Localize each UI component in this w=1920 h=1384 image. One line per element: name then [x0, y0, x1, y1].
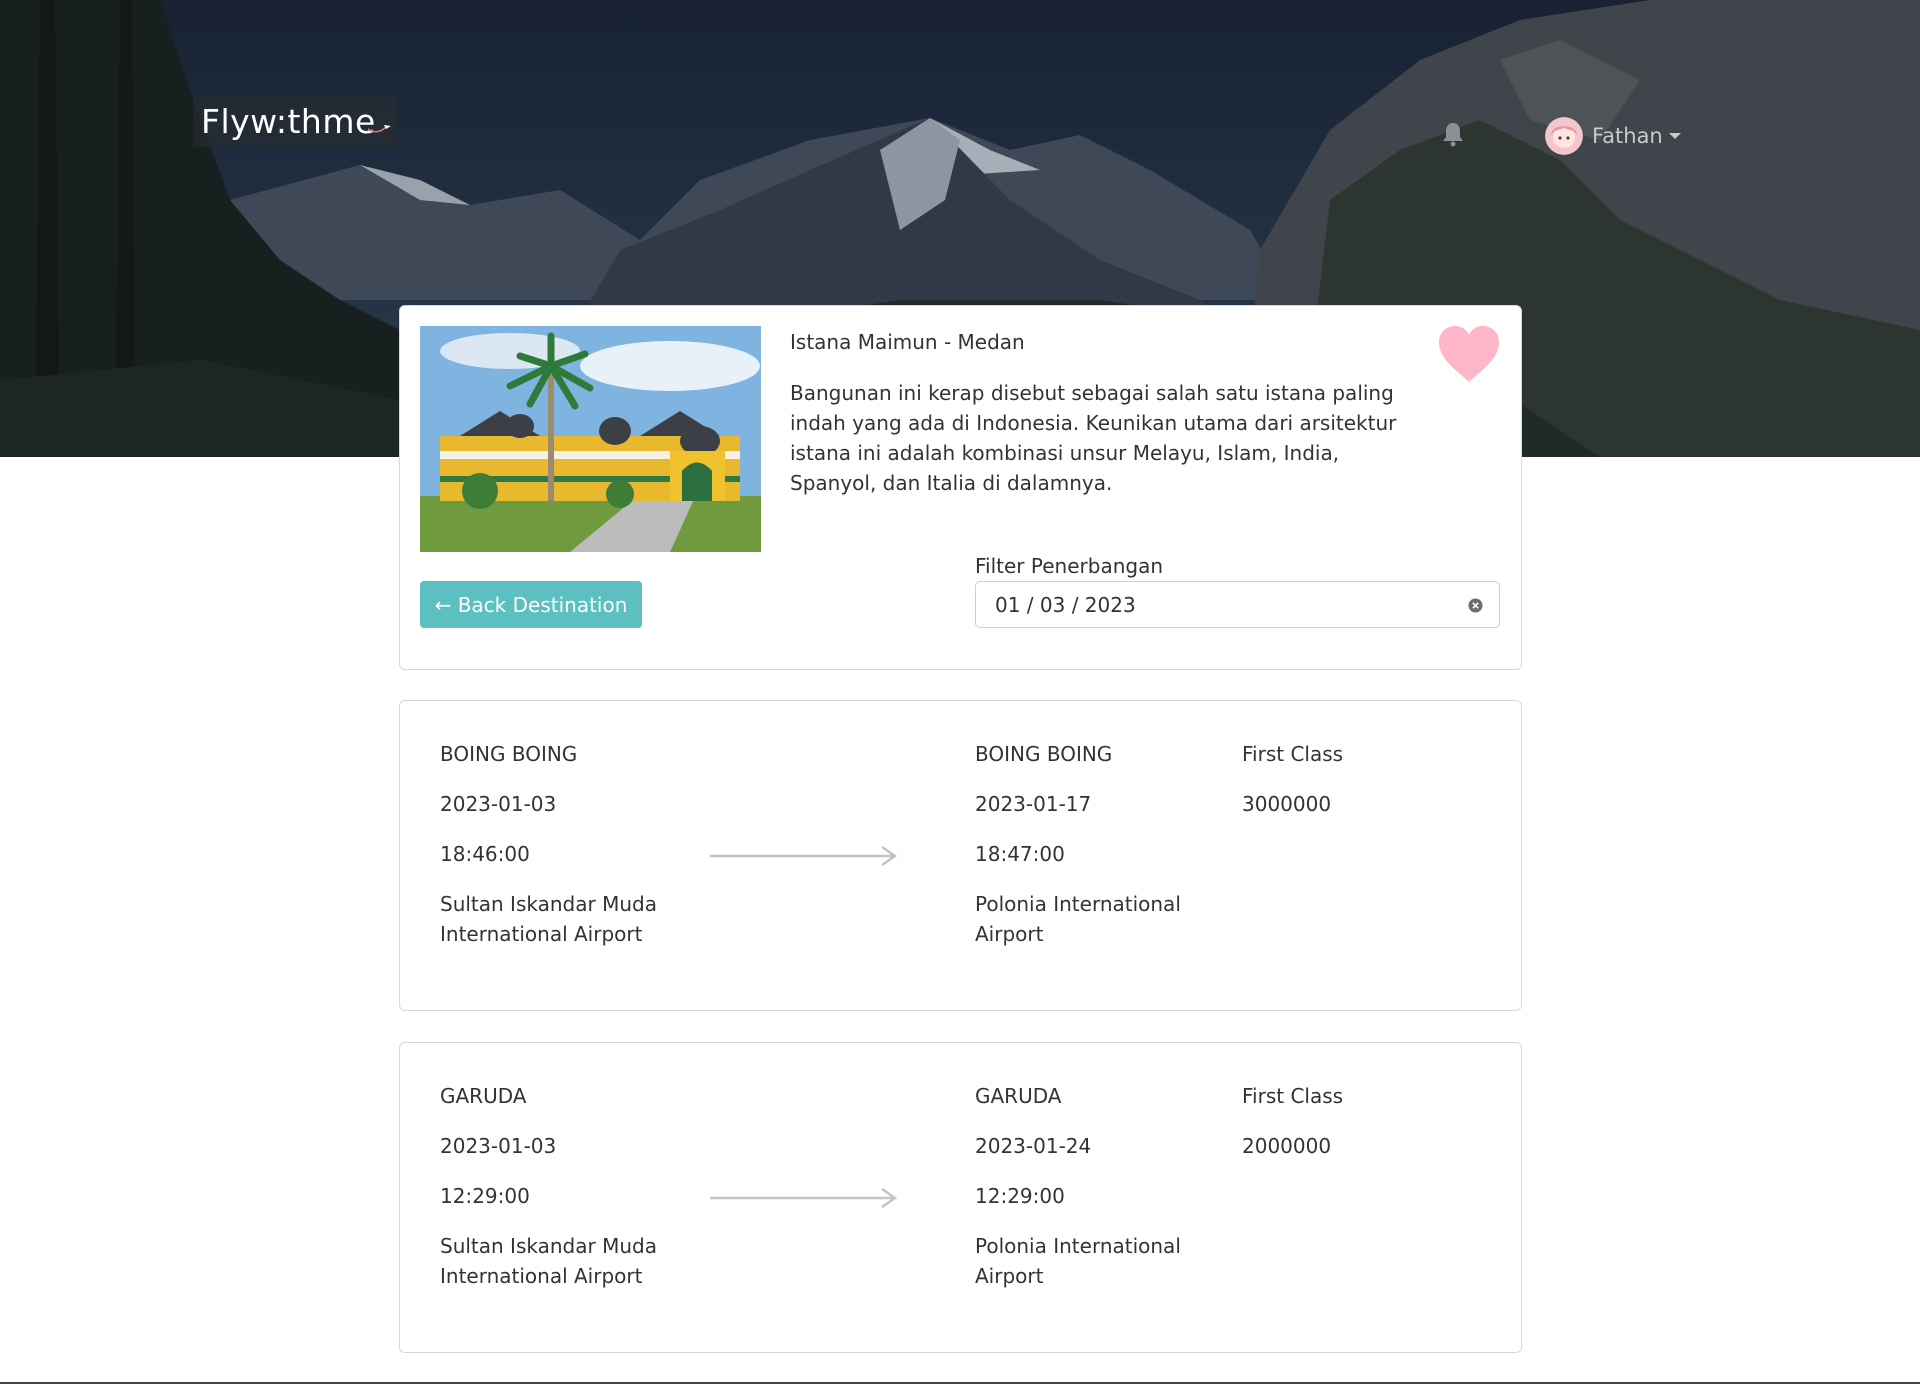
filter-date-value: 01 / 03 / 2023 [995, 592, 1136, 617]
user-name: Fathan [1592, 124, 1663, 148]
destination-airport: Polonia International Airport [975, 1234, 1181, 1288]
destination-card: Istana Maimun - Medan Bangunan ini kerap… [399, 305, 1522, 670]
origin-airport: Sultan Iskandar Muda International Airpo… [440, 892, 657, 946]
back-destination-button[interactable]: ← Back Destination [420, 581, 642, 628]
destination-description: Bangunan ini kerap disebut sebagai salah… [790, 381, 1397, 495]
flight-fare: First Class 3000000 [1242, 739, 1343, 839]
chevron-down-icon [1668, 133, 1681, 139]
flight-fare: First Class 2000000 [1242, 1081, 1343, 1181]
brand-logo[interactable]: Flyw:thme [193, 95, 398, 147]
flight-price: 3000000 [1242, 792, 1332, 816]
destination-photo [420, 326, 761, 552]
flight-origin: BOING BOING 2023-01-03 18:46:00 Sultan I… [440, 739, 680, 949]
destination-time: 18:47:00 [975, 842, 1065, 866]
origin-date: 2023-01-03 [440, 792, 557, 816]
favorite-heart-icon[interactable] [1437, 324, 1501, 384]
notification-bell-icon[interactable] [1441, 121, 1465, 147]
origin-date: 2023-01-03 [440, 1134, 557, 1158]
flight-origin: GARUDA 2023-01-03 12:29:00 Sultan Iskand… [440, 1081, 680, 1291]
flight-card[interactable]: GARUDA 2023-01-03 12:29:00 Sultan Iskand… [399, 1042, 1522, 1353]
flight-class: First Class [1242, 742, 1344, 766]
filter-date-input[interactable]: 01 / 03 / 2023 [975, 581, 1500, 628]
arrow-right-icon [710, 1187, 898, 1209]
filter-label: Filter Penerbangan [975, 554, 1163, 578]
destination-date: 2023-01-17 [975, 792, 1092, 816]
arrow-right-icon [710, 845, 898, 867]
origin-airline: BOING BOING [440, 742, 578, 766]
origin-time: 12:29:00 [440, 1184, 530, 1208]
destination-airline: GARUDA [975, 1084, 1062, 1108]
flight-price: 2000000 [1242, 1134, 1332, 1158]
flight-card[interactable]: BOING BOING 2023-01-03 18:46:00 Sultan I… [399, 700, 1522, 1011]
plane-icon [367, 125, 391, 133]
destination-date: 2023-01-24 [975, 1134, 1092, 1158]
clear-icon[interactable] [1468, 598, 1483, 613]
logo-text: Flyw:thme [201, 101, 376, 141]
flight-class: First Class [1242, 1084, 1344, 1108]
origin-time: 18:46:00 [440, 842, 530, 866]
origin-airline: GARUDA [440, 1084, 527, 1108]
flight-destination: GARUDA 2023-01-24 12:29:00 Polonia Inter… [975, 1081, 1215, 1291]
user-menu[interactable]: Fathan [1545, 117, 1681, 155]
destination-title: Istana Maimun - Medan [790, 330, 1025, 354]
origin-airport: Sultan Iskandar Muda International Airpo… [440, 1234, 657, 1288]
destination-airline: BOING BOING [975, 742, 1113, 766]
flight-destination: BOING BOING 2023-01-17 18:47:00 Polonia … [975, 739, 1215, 949]
avatar [1545, 117, 1583, 155]
destination-airport: Polonia International Airport [975, 892, 1181, 946]
destination-time: 12:29:00 [975, 1184, 1065, 1208]
